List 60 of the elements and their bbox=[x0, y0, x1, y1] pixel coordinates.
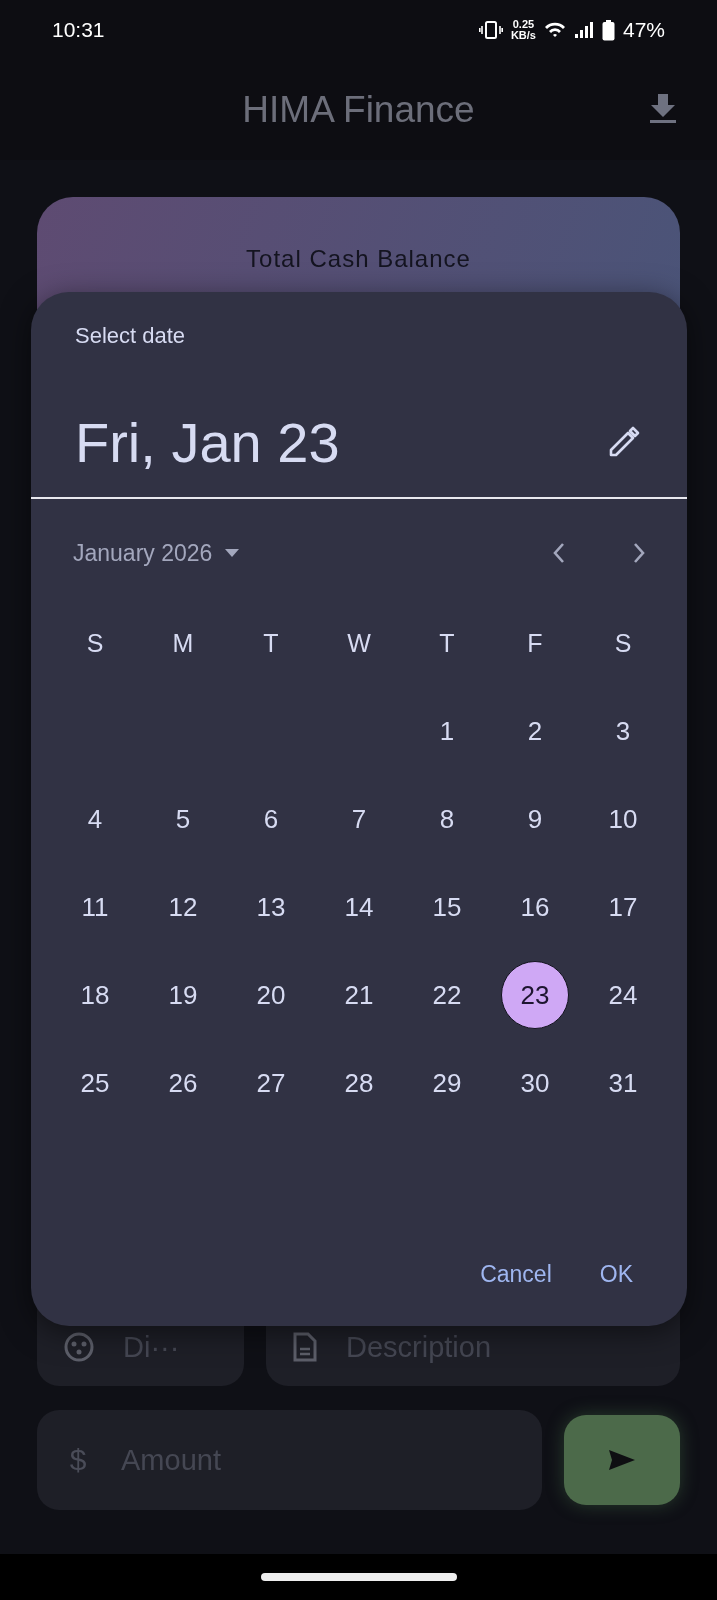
calendar-day[interactable]: 29 bbox=[413, 1049, 481, 1117]
calendar-day[interactable]: 6 bbox=[237, 785, 305, 853]
weekday-label: S bbox=[614, 628, 632, 658]
weekday-label: W bbox=[347, 628, 371, 658]
calendar-day[interactable]: 4 bbox=[61, 785, 129, 853]
calendar-day[interactable]: 27 bbox=[237, 1049, 305, 1117]
status-time: 10:31 bbox=[52, 18, 105, 42]
next-month-icon[interactable] bbox=[631, 541, 647, 565]
network-speed: 0.25 bbox=[512, 19, 535, 30]
calendar-day[interactable]: 11 bbox=[61, 873, 129, 941]
weekday-label: S bbox=[86, 628, 104, 658]
palette-icon bbox=[63, 1331, 95, 1363]
weekday-label: T bbox=[439, 628, 455, 658]
calendar-day[interactable]: 14 bbox=[325, 873, 393, 941]
selected-date: Fri, Jan 23 bbox=[75, 409, 340, 475]
calendar-day[interactable]: 18 bbox=[61, 961, 129, 1029]
weekday-label: F bbox=[527, 628, 543, 658]
calendar-day[interactable]: 19 bbox=[149, 961, 217, 1029]
network-speed-unit: KB/s bbox=[510, 30, 536, 41]
calendar-day[interactable]: 1 bbox=[413, 697, 481, 765]
send-button[interactable] bbox=[564, 1415, 680, 1505]
calendar-day[interactable]: 21 bbox=[325, 961, 393, 1029]
card-title: Total Cash Balance bbox=[246, 245, 471, 273]
calendar-day[interactable]: 9 bbox=[501, 785, 569, 853]
edit-icon[interactable] bbox=[607, 425, 641, 459]
calendar-day[interactable]: 23 bbox=[501, 961, 569, 1029]
calendar-day[interactable]: 5 bbox=[149, 785, 217, 853]
calendar-day[interactable]: 31 bbox=[589, 1049, 657, 1117]
app-title: HIMA Finance bbox=[242, 89, 475, 131]
weekday-label: T bbox=[263, 628, 279, 658]
calendar-day[interactable]: 7 bbox=[325, 785, 393, 853]
calendar-day[interactable]: 24 bbox=[589, 961, 657, 1029]
calendar-day[interactable]: 28 bbox=[325, 1049, 393, 1117]
calendar-day[interactable]: 8 bbox=[413, 785, 481, 853]
dialog-heading: Select date bbox=[75, 323, 186, 349]
weekday-label: M bbox=[172, 628, 194, 658]
calendar-day[interactable]: 25 bbox=[61, 1049, 129, 1117]
previous-month-icon[interactable] bbox=[551, 541, 567, 565]
battery-percentage: 47% bbox=[622, 18, 665, 42]
calendar-day[interactable]: 15 bbox=[413, 873, 481, 941]
calendar-day[interactable]: 17 bbox=[589, 873, 657, 941]
calendar-day[interactable]: 3 bbox=[589, 697, 657, 765]
download-icon[interactable] bbox=[649, 92, 677, 124]
wifi-icon bbox=[543, 21, 566, 39]
document-icon bbox=[292, 1332, 318, 1362]
calendar-day[interactable]: 12 bbox=[149, 873, 217, 941]
month-dropdown[interactable]: January 2026 bbox=[65, 535, 251, 571]
calendar-day[interactable]: 2 bbox=[501, 697, 569, 765]
send-icon bbox=[607, 1448, 637, 1472]
battery-icon bbox=[601, 19, 615, 41]
currency-symbol: $ bbox=[68, 1443, 88, 1477]
signal-icon bbox=[573, 21, 594, 39]
calendar-day[interactable]: 20 bbox=[237, 961, 305, 1029]
calendar-day[interactable]: 22 bbox=[413, 961, 481, 1029]
vibrate-icon bbox=[478, 21, 503, 39]
calendar-day[interactable]: 10 bbox=[589, 785, 657, 853]
calendar-day[interactable]: 13 bbox=[237, 873, 305, 941]
calendar-day[interactable]: 30 bbox=[501, 1049, 569, 1117]
calendar-day[interactable]: 26 bbox=[149, 1049, 217, 1117]
calendar-day[interactable]: 16 bbox=[501, 873, 569, 941]
